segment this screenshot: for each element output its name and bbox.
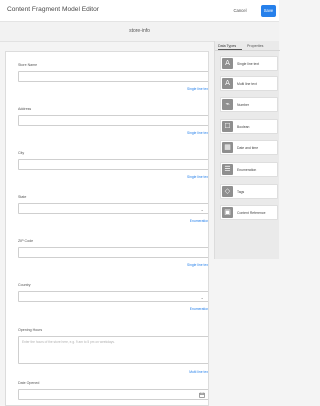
page-title: Content Fragment Model Editor — [7, 6, 99, 13]
datatype-label: Multi line text — [237, 82, 257, 86]
enumeration-icon: ☰ — [222, 164, 233, 175]
number-icon: ⌁ — [222, 99, 233, 110]
field-type-label: Enumeration — [189, 307, 209, 311]
field-type-label: Single line text — [186, 263, 209, 267]
field-address[interactable]: Address Single line text — [18, 107, 209, 137]
field-zip-code[interactable]: ZIP Code Single line text — [18, 239, 209, 269]
field-date-opened[interactable]: Date Opened — [18, 381, 208, 405]
tab-data-types[interactable]: Data Types — [218, 44, 236, 48]
header-bar: Content Fragment Model Editor Cancel Sav… — [0, 0, 279, 22]
address-input[interactable] — [18, 115, 208, 126]
model-canvas: Store Name Single line text Address Sing… — [5, 51, 209, 406]
datatype-enumeration[interactable]: ☰ Enumeration — [220, 162, 278, 177]
datatype-label: Boolean — [237, 125, 250, 129]
field-label: City — [18, 151, 25, 155]
datatype-label: Content Reference — [237, 211, 266, 215]
panel-tabs: Data Types Properties — [215, 41, 280, 51]
field-type-label: Single line text — [186, 175, 209, 179]
field-store-name[interactable]: Store Name Single line text — [18, 63, 209, 93]
field-opening-hours[interactable]: Opening Hours Enter the hours of the sto… — [18, 328, 209, 376]
country-select[interactable]: ⌄ — [18, 291, 208, 302]
city-input[interactable] — [18, 159, 208, 170]
calendar-icon[interactable] — [199, 392, 205, 398]
text-single-icon: A — [222, 58, 233, 69]
field-country[interactable]: Country ⌄ Enumeration — [18, 283, 209, 313]
model-name: store-info — [129, 28, 150, 34]
tab-properties[interactable]: Properties — [247, 44, 263, 48]
placeholder-text: Enter the hours of the store here, e.g. … — [22, 340, 115, 344]
field-type-label: Single line text — [186, 87, 209, 91]
chevron-down-icon: ⌄ — [200, 207, 204, 212]
active-tab-indicator — [218, 49, 242, 50]
datatype-label: Number — [237, 103, 250, 107]
state-select[interactable]: ⌄ — [18, 203, 208, 214]
store-name-input[interactable] — [18, 71, 208, 82]
datatype-date-and-time[interactable]: ▦ Date and time — [220, 140, 278, 155]
boolean-icon: ☐ — [222, 121, 233, 132]
field-label: Address — [18, 107, 32, 111]
datatype-multi-line-text[interactable]: A Multi line text — [220, 76, 278, 91]
date-opened-input[interactable] — [18, 389, 208, 400]
field-type-label: Single line text — [186, 131, 209, 135]
field-type-label: Enumeration — [189, 219, 209, 223]
field-label: State — [18, 195, 27, 199]
datatype-boolean[interactable]: ☐ Boolean — [220, 119, 278, 134]
chevron-down-icon: ⌄ — [200, 295, 204, 300]
calendar-icon: ▦ — [222, 142, 233, 153]
datatype-content-reference[interactable]: ▣ Content Reference — [220, 205, 278, 220]
field-city[interactable]: City Single line text — [18, 151, 209, 181]
save-button[interactable]: Save — [261, 5, 276, 17]
opening-hours-textarea[interactable]: Enter the hours of the store here, e.g. … — [18, 336, 208, 364]
data-types-panel: Data Types Properties A Single line text… — [214, 41, 280, 259]
datatype-single-line-text[interactable]: A Single line text — [220, 56, 278, 71]
zip-code-input[interactable] — [18, 247, 208, 258]
datatype-label: Enumeration — [237, 168, 257, 172]
datatype-number[interactable]: ⌁ Number — [220, 97, 278, 112]
text-multi-icon: A — [222, 78, 233, 89]
field-label: ZIP Code — [18, 239, 34, 243]
field-type-label: Multi line text — [189, 370, 209, 374]
field-label: Country — [18, 283, 31, 287]
datatype-tags[interactable]: ◇ Tags — [220, 184, 278, 199]
model-name-bar: store-info — [0, 22, 279, 42]
field-label: Store Name — [18, 63, 38, 67]
field-label: Date Opened — [18, 381, 40, 385]
field-label: Opening Hours — [18, 328, 43, 332]
tag-icon: ◇ — [222, 186, 233, 197]
datatype-label: Single line text — [237, 62, 260, 66]
datatype-label: Date and time — [237, 146, 259, 150]
cancel-button[interactable]: Cancel — [232, 4, 248, 18]
datatype-label: Tags — [237, 190, 245, 194]
field-state[interactable]: State ⌄ Enumeration — [18, 195, 209, 225]
reference-icon: ▣ — [222, 207, 233, 218]
